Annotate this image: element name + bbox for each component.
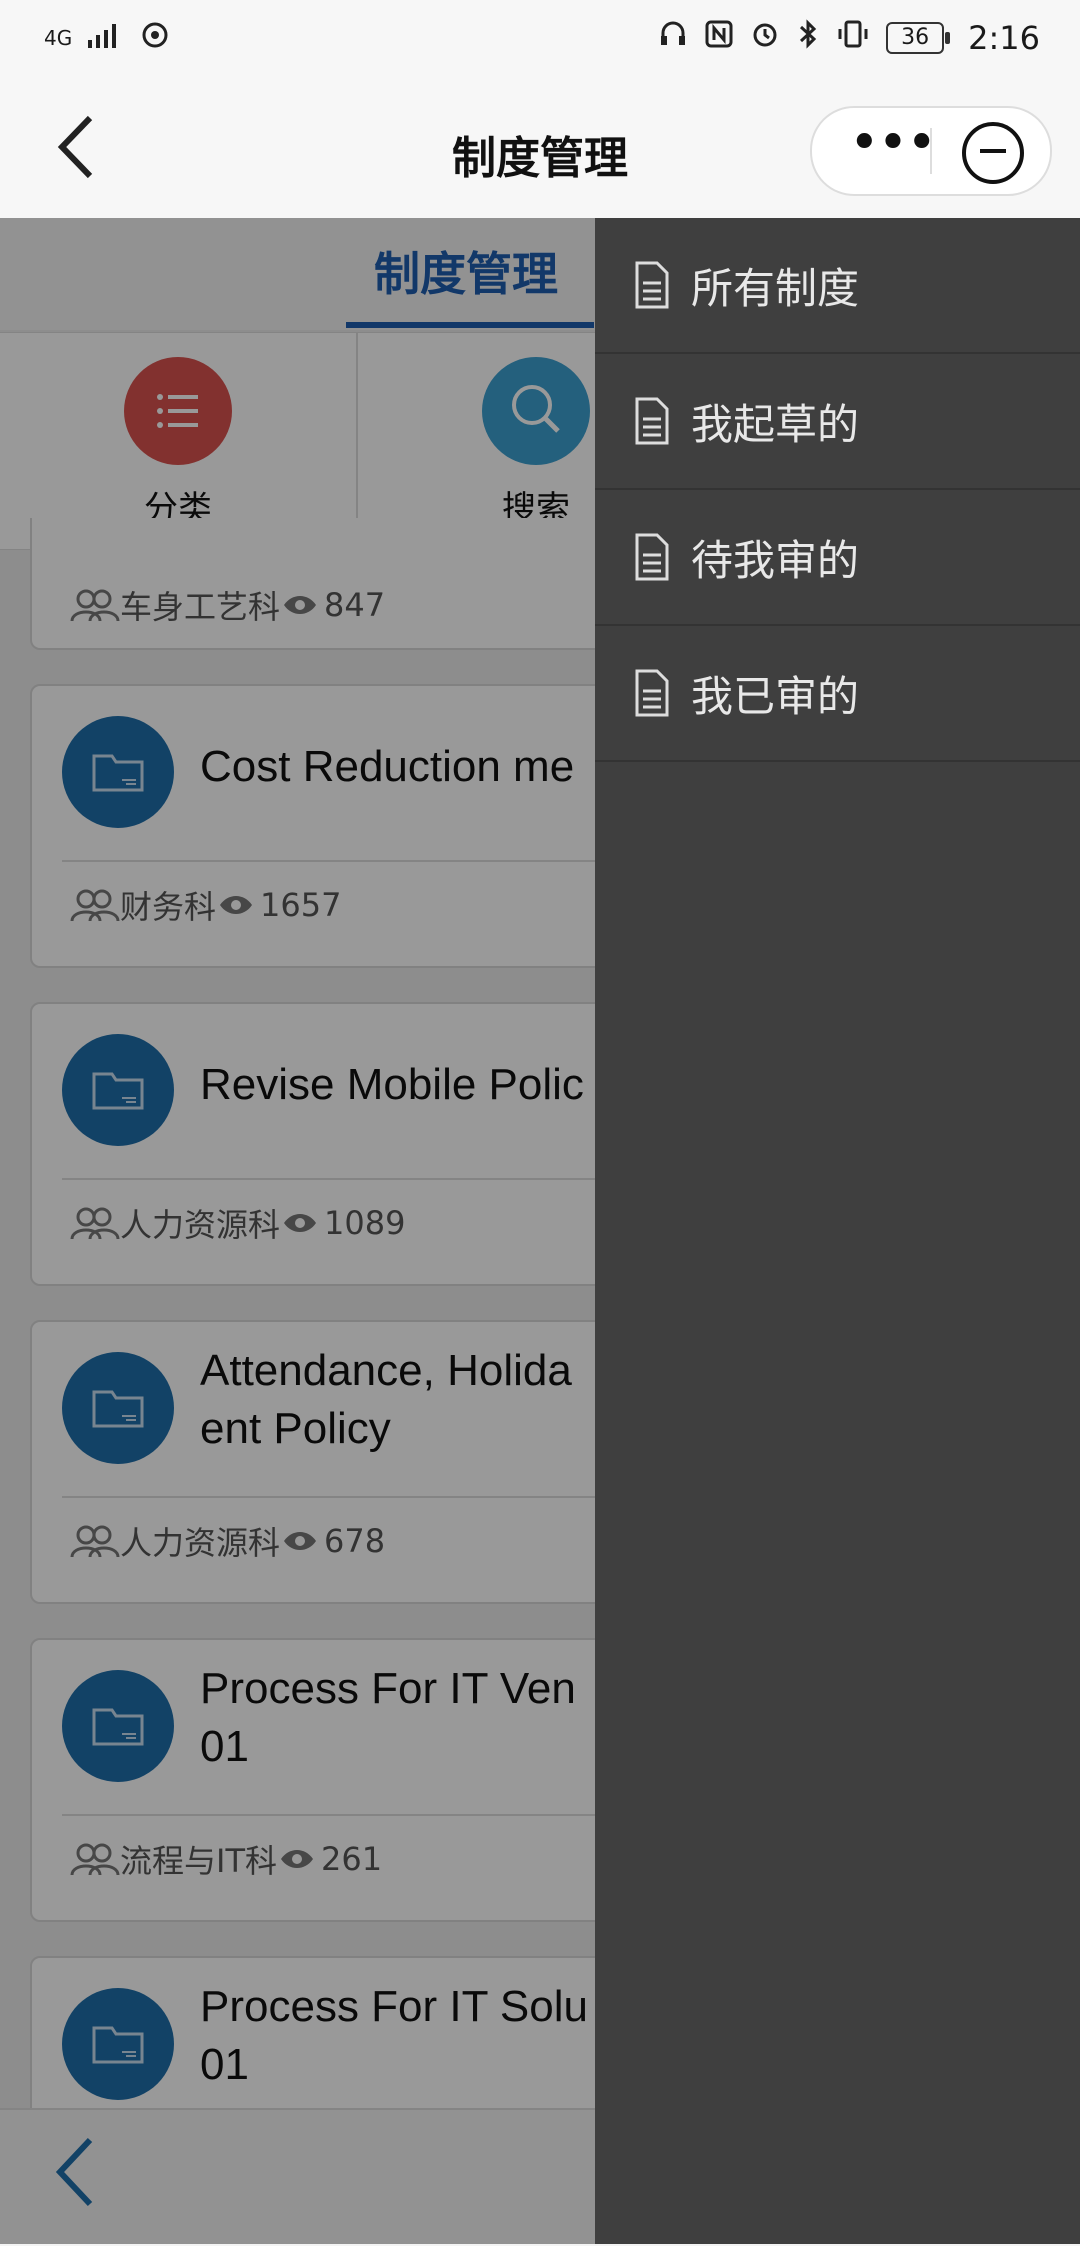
bluetooth-icon xyxy=(796,18,820,58)
battery-icon: 36 xyxy=(886,22,951,54)
side-drawer: 所有制度 我起草的 待我审的 我已审的 xyxy=(595,218,1080,2244)
drawer-item-pending-review[interactable]: 待我审的 xyxy=(595,490,1080,626)
network-type: 4G xyxy=(44,25,73,50)
drawer-item-label: 所有制度 xyxy=(691,263,860,313)
title-bar: 制度管理 ••• xyxy=(0,84,1080,218)
capsule-divider xyxy=(930,128,932,174)
drawer-item-label: 我已审的 xyxy=(691,671,860,721)
status-right: 36 2:16 xyxy=(658,18,1040,58)
document-icon xyxy=(635,397,669,445)
vibrate-icon xyxy=(836,18,870,58)
signal-icon xyxy=(86,20,126,55)
close-mini-program-button[interactable] xyxy=(962,122,1024,184)
document-icon xyxy=(635,669,669,717)
hotspot-icon xyxy=(140,20,170,55)
document-icon xyxy=(635,261,669,309)
drawer-item-label: 待我审的 xyxy=(691,535,860,585)
mini-program-capsule: ••• xyxy=(810,106,1052,196)
nfc-icon xyxy=(704,18,734,58)
status-time: 2:16 xyxy=(968,19,1040,57)
status-bar: 4G 36 2:16 xyxy=(0,0,1080,84)
more-options-button[interactable]: ••• xyxy=(840,117,944,184)
drawer-item-reviewed[interactable]: 我已审的 xyxy=(595,626,1080,762)
drawer-item-my-drafts[interactable]: 我起草的 xyxy=(595,354,1080,490)
headphone-icon xyxy=(658,18,688,58)
drawer-item-all-policies[interactable]: 所有制度 xyxy=(595,218,1080,354)
alarm-icon xyxy=(750,18,780,58)
drawer-item-label: 我起草的 xyxy=(691,399,860,449)
document-icon xyxy=(635,533,669,581)
status-left: 4G xyxy=(44,20,170,55)
